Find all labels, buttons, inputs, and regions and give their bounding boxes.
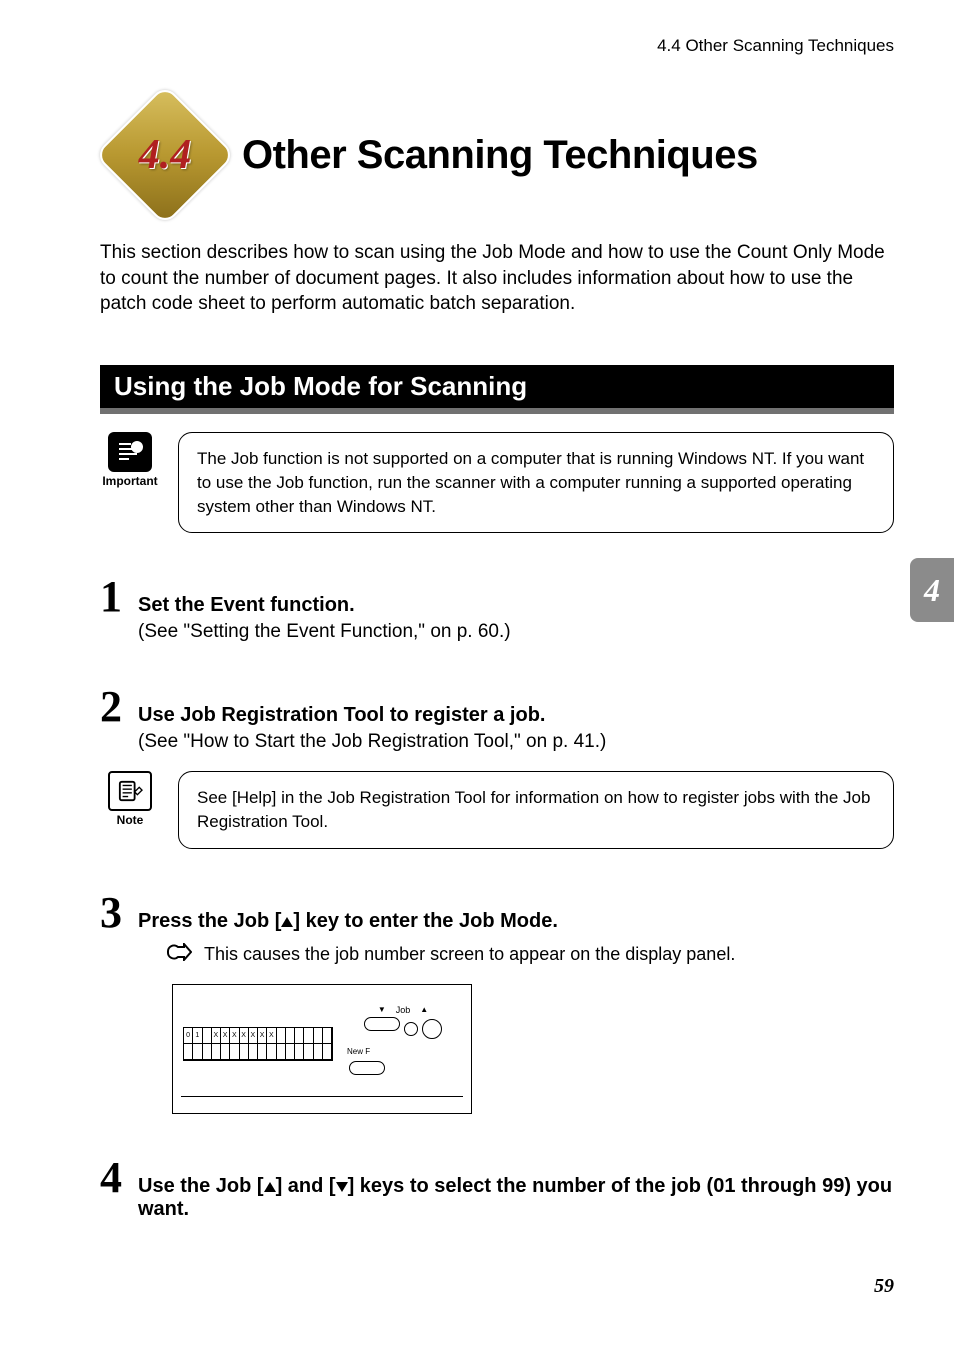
step-4: 4 Use the Job [] and [] keys to select t… bbox=[100, 1156, 894, 1221]
section-number: 4.4 bbox=[100, 90, 230, 220]
step-2: 2 Use Job Registration Tool to register … bbox=[100, 685, 894, 753]
result-text: This causes the job number screen to app… bbox=[204, 944, 735, 965]
step-3: 3 Press the Job [ ] key to enter the Job … bbox=[100, 891, 894, 1114]
step-head-post: ] key to enter the Job Mode. bbox=[293, 910, 557, 932]
panel-button bbox=[349, 1061, 385, 1075]
lcd-cell bbox=[323, 1044, 332, 1060]
note-text: See [Help] in the Job Registration Tool … bbox=[178, 771, 894, 849]
lcd-cell bbox=[277, 1044, 286, 1060]
lcd-cell bbox=[193, 1044, 202, 1060]
title-block: 4.4 Other Scanning Techniques bbox=[100, 90, 894, 220]
display-panel-diagram: 01 XXXXXXX ▼Job▲ New F bbox=[172, 984, 472, 1114]
up-triangle-icon bbox=[264, 1182, 276, 1192]
result-arrow-icon bbox=[166, 943, 192, 966]
lcd-cell bbox=[295, 1028, 304, 1044]
lcd-cell bbox=[286, 1028, 295, 1044]
step-head-pre: Use the Job [ bbox=[138, 1175, 264, 1197]
note-callout: Note See [Help] in the Job Registration … bbox=[100, 771, 894, 849]
lcd-cell bbox=[277, 1028, 286, 1044]
lcd-cell: X bbox=[212, 1028, 221, 1044]
lcd-cell: X bbox=[249, 1028, 258, 1044]
step-number: 2 bbox=[100, 685, 128, 729]
down-triangle-icon: ▼ bbox=[378, 1005, 386, 1014]
step-heading: Use the Job [] and [] keys to select the… bbox=[138, 1175, 894, 1221]
note-icon: Note bbox=[100, 771, 160, 827]
lcd-cell bbox=[295, 1044, 304, 1060]
section-number-diamond: 4.4 bbox=[100, 90, 230, 220]
lcd-cell bbox=[240, 1044, 249, 1060]
step-head-pre: Press the Job [ bbox=[138, 910, 281, 932]
chapter-tab: 4 bbox=[910, 558, 954, 622]
lcd-cell: 1 bbox=[193, 1028, 202, 1044]
important-callout: Important The Job function is not suppor… bbox=[100, 432, 894, 533]
note-label: Note bbox=[100, 813, 160, 827]
page-number: 59 bbox=[874, 1275, 894, 1298]
step-heading: Press the Job [ ] key to enter the Job Mo… bbox=[138, 910, 894, 933]
lcd-cell bbox=[314, 1044, 323, 1060]
important-label: Important bbox=[100, 474, 160, 488]
newfile-label: New F bbox=[347, 1047, 370, 1056]
step-number: 1 bbox=[100, 575, 128, 619]
lcd-cell: X bbox=[221, 1028, 230, 1044]
panel-button bbox=[364, 1017, 400, 1031]
lcd-cell bbox=[258, 1044, 267, 1060]
lcd-cell bbox=[314, 1028, 323, 1044]
intro-paragraph: This section describes how to scan using… bbox=[100, 240, 894, 317]
running-header: 4.4 Other Scanning Techniques bbox=[657, 36, 894, 56]
section-heading: Using the Job Mode for Scanning bbox=[100, 365, 894, 414]
important-icon: Important bbox=[100, 432, 160, 488]
up-triangle-icon bbox=[281, 917, 293, 927]
lcd-cell bbox=[212, 1044, 221, 1060]
button-area: ▼ Job ▲ New F bbox=[343, 1005, 463, 1082]
lcd-cell bbox=[304, 1028, 313, 1044]
step-subtext: (See "Setting the Event Function," on p.… bbox=[138, 621, 894, 643]
lcd-cell: X bbox=[230, 1028, 239, 1044]
lcd-cell: 0 bbox=[184, 1028, 193, 1044]
step-heading: Use Job Registration Tool to register a … bbox=[138, 704, 894, 727]
step-number: 4 bbox=[100, 1156, 128, 1200]
step-subtext: (See "How to Start the Job Registration … bbox=[138, 731, 894, 753]
down-triangle-icon bbox=[336, 1182, 348, 1192]
job-label: Job bbox=[396, 1005, 411, 1015]
lcd-cell: X bbox=[267, 1028, 276, 1044]
lcd-cell bbox=[249, 1044, 258, 1060]
lcd-cell: X bbox=[240, 1028, 249, 1044]
panel-button bbox=[422, 1019, 442, 1039]
lcd-cell bbox=[323, 1028, 332, 1044]
step-1: 1 Set the Event function. (See "Setting … bbox=[100, 575, 894, 643]
lcd-cell bbox=[267, 1044, 276, 1060]
lcd-cell bbox=[184, 1044, 193, 1060]
step-result: This causes the job number screen to app… bbox=[166, 943, 894, 966]
lcd-cell bbox=[203, 1028, 212, 1044]
lcd-cell: X bbox=[258, 1028, 267, 1044]
step-head-mid: ] and [ bbox=[276, 1175, 336, 1197]
lcd-cell bbox=[230, 1044, 239, 1060]
step-number: 3 bbox=[100, 891, 128, 935]
step-heading: Set the Event function. bbox=[138, 594, 894, 617]
important-text: The Job function is not supported on a c… bbox=[178, 432, 894, 533]
lcd-cell bbox=[286, 1044, 295, 1060]
page-title: Other Scanning Techniques bbox=[242, 133, 758, 178]
lcd-cell bbox=[221, 1044, 230, 1060]
lcd-screen: 01 XXXXXXX bbox=[183, 1027, 333, 1061]
panel-button bbox=[404, 1022, 418, 1036]
lcd-cell bbox=[304, 1044, 313, 1060]
up-triangle-icon: ▲ bbox=[420, 1005, 428, 1014]
lcd-cell bbox=[203, 1044, 212, 1060]
